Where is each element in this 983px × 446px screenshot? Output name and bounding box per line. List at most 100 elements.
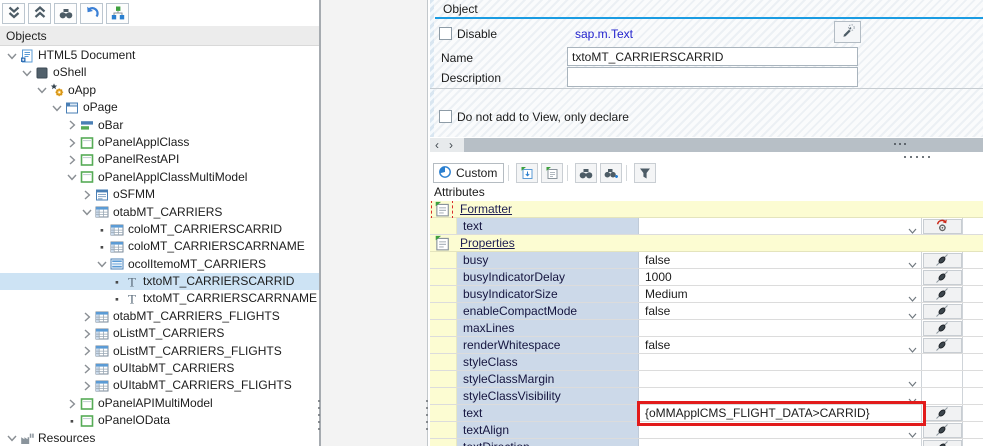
attr-section-label[interactable]: Properties: [460, 236, 515, 250]
bind-property-button[interactable]: [922, 320, 962, 336]
attr-value-field[interactable]: Medium: [639, 286, 922, 302]
bind-property-button[interactable]: [922, 252, 962, 268]
expand-arrow-icon[interactable]: [80, 379, 94, 393]
panel-splitter-middle[interactable]: [427, 0, 428, 446]
expand-arrow-icon[interactable]: [80, 362, 94, 376]
properties-panel: Object Disable sap.m.Text Name Descripti…: [430, 0, 983, 446]
tree-item-html5-document[interactable]: HTML5 Document: [0, 47, 319, 64]
tree-item-opanelapplclassmultimodel[interactable]: oPanelApplClassMultiModel: [0, 169, 319, 186]
tree-item-olistmt-carriers-flights[interactable]: oListMT_CARRIERS_FLIGHTS: [0, 343, 319, 360]
attr-value-field[interactable]: [639, 354, 922, 370]
pick-control-button[interactable]: [834, 21, 861, 43]
tree-item-opanelodata[interactable]: oPanelOData: [0, 412, 319, 429]
bind-property-button[interactable]: [922, 422, 962, 438]
bind-property-button[interactable]: [922, 439, 962, 446]
find-button[interactable]: [54, 2, 77, 24]
collapse-all-button[interactable]: [28, 2, 51, 24]
tree-item-colomt-carrierscarrid[interactable]: coloMT_CARRIERSCARRID: [0, 221, 319, 238]
tree-item-label: oPage: [83, 100, 118, 115]
collapse-arrow-icon[interactable]: [20, 66, 34, 80]
formatter-function-button[interactable]: [922, 218, 962, 234]
collapse-arrow-icon[interactable]: [50, 101, 64, 115]
attr-value-field[interactable]: false: [639, 337, 922, 353]
tree-item-label: HTML5 Document: [38, 48, 136, 62]
expand-arrow-icon[interactable]: [65, 153, 79, 167]
description-field[interactable]: [567, 67, 858, 87]
expand-arrow-icon[interactable]: [80, 188, 94, 202]
tree-item-colomt-carrierscarrname[interactable]: coloMT_CARRIERSCARRNAME: [0, 238, 319, 255]
tree-item-oshell[interactable]: oShell: [0, 64, 319, 81]
collapse-categories-button[interactable]: [541, 163, 564, 183]
attr-value-field[interactable]: [639, 439, 922, 446]
undo-button[interactable]: [80, 2, 103, 24]
attr-row-styleclass: styleClass: [430, 354, 983, 371]
expand-arrow-icon[interactable]: [80, 327, 94, 341]
horizontal-splitter[interactable]: [430, 152, 983, 162]
tree-item-oapp[interactable]: oApp: [0, 82, 319, 99]
attr-value-field[interactable]: false: [639, 303, 922, 319]
attr-section-properties[interactable]: Properties: [430, 235, 983, 252]
expand-arrow-icon[interactable]: [65, 118, 79, 132]
expand-arrow-icon[interactable]: [80, 344, 94, 358]
attr-value-field[interactable]: 1000: [639, 269, 922, 285]
collapse-arrow-icon[interactable]: [5, 49, 19, 63]
tree-item-otabmt-carriers-flights[interactable]: otabMT_CARRIERS_FLIGHTS: [0, 308, 319, 325]
collapse-arrow-icon[interactable]: [35, 83, 49, 97]
tree-item-osfmm[interactable]: oSFMM: [0, 186, 319, 203]
collapse-arrow-icon[interactable]: [65, 170, 79, 184]
bind-property-button[interactable]: [922, 405, 962, 421]
tree-item-txtomt-carrierscarrname[interactable]: TtxtoMT_CARRIERSCARRNAME: [0, 290, 319, 307]
tree-item-ouitabmt-carriers[interactable]: oUItabMT_CARRIERS: [0, 360, 319, 377]
tree-item-opanelapplclass[interactable]: oPanelApplClass: [0, 134, 319, 151]
tree-item-otabmt-carriers[interactable]: otabMT_CARRIERS: [0, 204, 319, 221]
disable-checkbox[interactable]: [439, 27, 452, 40]
attr-value-field[interactable]: [639, 218, 922, 234]
scrollbar-thumb[interactable]: [464, 138, 983, 152]
bind-property-button[interactable]: [922, 303, 962, 319]
tree-item-obar[interactable]: oBar: [0, 117, 319, 134]
expand-arrow-icon[interactable]: [65, 397, 79, 411]
filter-attributes-button[interactable]: [634, 163, 657, 183]
tree-item-resources[interactable]: Resources: [0, 430, 319, 446]
tree-item-opanelrestapi[interactable]: oPanelRestAPI: [0, 151, 319, 168]
collapse-arrow-icon[interactable]: [80, 205, 94, 219]
expand-arrow-icon[interactable]: [65, 136, 79, 150]
scroll-right-icon[interactable]: ›: [444, 138, 458, 152]
bind-property-button[interactable]: [922, 286, 962, 302]
attr-value-field[interactable]: {oMMApplCMS_FLIGHT_DATA>CARRID}: [639, 405, 922, 421]
tree-item-olistmt-carriers[interactable]: oListMT_CARRIERS: [0, 325, 319, 342]
horizontal-scrollbar[interactable]: ‹ ›: [430, 138, 983, 152]
declare-only-checkbox[interactable]: [439, 110, 452, 123]
attr-value-field[interactable]: false: [639, 252, 922, 268]
collapse-arrow-icon[interactable]: [5, 431, 19, 445]
attr-section-label[interactable]: Formatter: [460, 202, 512, 216]
attr-value-field[interactable]: [639, 388, 922, 404]
bind-property-button[interactable]: [922, 269, 962, 285]
name-field[interactable]: [567, 47, 858, 66]
attr-label: maxLines: [457, 320, 639, 336]
splitter-grip-middle[interactable]: [424, 400, 429, 430]
bind-property-button[interactable]: [922, 337, 962, 353]
attr-value-field[interactable]: [639, 320, 922, 336]
expand-categories-button[interactable]: [516, 163, 539, 183]
attr-value-field[interactable]: [639, 422, 922, 438]
attr-value-field[interactable]: [639, 371, 922, 387]
collapse-arrow-icon[interactable]: [95, 257, 109, 271]
find-next-attribute-button[interactable]: [600, 163, 623, 183]
bind-icon: [935, 304, 949, 318]
link-with-editor-button[interactable]: [106, 2, 129, 24]
tree-item-opage[interactable]: oPage: [0, 99, 319, 116]
attr-section-formatter[interactable]: Formatter: [430, 201, 983, 219]
attr-row-tail: [963, 371, 983, 387]
tree-item-txtomt-carrierscarrid[interactable]: TtxtoMT_CARRIERSCARRID: [0, 273, 319, 291]
attr-label: text: [457, 218, 639, 234]
expand-arrow-icon[interactable]: [80, 310, 94, 324]
tree-item-opanelapimultimodel[interactable]: oPanelAPIMultiModel: [0, 395, 319, 412]
custom-button[interactable]: Custom: [433, 163, 505, 183]
find-attribute-button[interactable]: [575, 163, 598, 183]
control-class-link[interactable]: sap.m.Text: [575, 27, 633, 41]
expand-all-button[interactable]: [2, 2, 25, 24]
scroll-left-icon[interactable]: ‹: [430, 138, 444, 152]
tree-item-ouitabmt-carriers-flights[interactable]: oUItabMT_CARRIERS_FLIGHTS: [0, 377, 319, 394]
tree-item-ocolitemomt-carriers[interactable]: ocolItemoMT_CARRIERS: [0, 256, 319, 273]
